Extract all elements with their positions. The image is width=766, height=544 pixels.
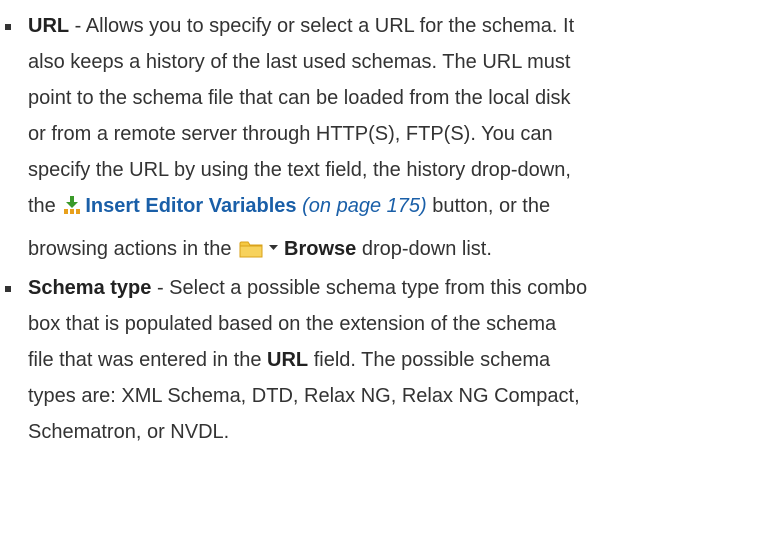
text-fragment: file that was entered in the <box>28 349 268 371</box>
text-line: URL - Allows you to specify or select a … <box>28 8 766 44</box>
text-line: or from a remote server through HTTP(S),… <box>28 123 553 145</box>
url-field-reference: URL <box>267 349 309 371</box>
text-line: browsing actions in the Browse drop-down… <box>28 227 766 270</box>
page-reference-link[interactable]: (on page 175) <box>302 195 427 217</box>
insert-variables-icon <box>63 191 81 227</box>
description-text: - Select a possible schema type from thi… <box>151 277 588 299</box>
text-line: Schematron, or NVDL. <box>28 421 230 443</box>
bullet <box>5 24 11 30</box>
text-fragment: field. The possible schema <box>308 349 551 371</box>
text-line: point to the schema file that can be loa… <box>28 87 571 109</box>
text-fragment: button, or the <box>426 195 551 217</box>
text-line: also keeps a history of the last used sc… <box>28 51 571 73</box>
option-list: URL - Allows you to specify or select a … <box>0 8 766 450</box>
dropdown-caret-icon <box>269 227 279 263</box>
text-fragment: browsing actions in the <box>28 238 238 260</box>
text-line: specify the URL by using the text field,… <box>28 159 571 181</box>
text-fragment: drop-down list. <box>356 238 492 260</box>
text-line: types are: XML Schema, DTD, Relax NG, Re… <box>28 385 580 407</box>
documentation-section: URL - Allows you to specify or select a … <box>0 0 766 450</box>
list-item-url: URL - Allows you to specify or select a … <box>0 8 766 270</box>
insert-editor-variables-link[interactable]: Insert Editor Variables <box>85 195 296 217</box>
browse-label: Browse <box>284 238 357 260</box>
text-line: box that is populated based on the exten… <box>28 313 557 335</box>
bullet <box>5 286 11 292</box>
text-line: the Insert Editor Variables (on page 175… <box>28 188 766 227</box>
list-item-schema-type: Schema type - Select a possible schema t… <box>0 270 766 450</box>
text-fragment: the <box>28 195 62 217</box>
folder-icon <box>239 234 263 270</box>
description-text: - Allows you to specify or select a URL … <box>69 15 575 37</box>
text-line: Schema type - Select a possible schema t… <box>28 270 766 306</box>
term-schema-type: Schema type <box>28 277 152 299</box>
term-url: URL <box>28 15 70 37</box>
text-line: file that was entered in the URL field. … <box>28 342 766 378</box>
